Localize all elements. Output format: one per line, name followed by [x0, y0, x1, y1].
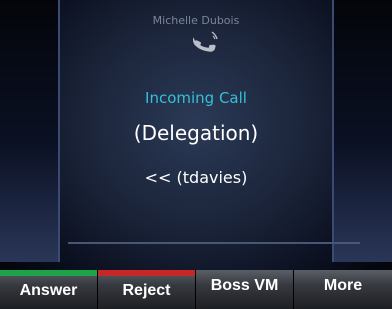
more-button[interactable]: More	[294, 270, 392, 309]
call-status-text: Incoming Call	[145, 89, 247, 107]
call-group-text: (Delegation)	[133, 121, 259, 145]
ringing-handset-icon	[188, 28, 222, 62]
forwarded-from-text: << (tdavies)	[144, 168, 248, 187]
reject-button-label: Reject	[122, 282, 171, 299]
answer-button-label: Answer	[19, 282, 78, 299]
caller-name: Michelle Dubois	[152, 14, 240, 27]
answer-button[interactable]: Answer	[0, 270, 98, 309]
answer-indicator	[0, 270, 97, 276]
boss-vm-button[interactable]: Boss VM	[196, 270, 294, 309]
divider-line	[68, 242, 360, 244]
softkey-bar: Answer Reject Boss VM More	[0, 270, 392, 309]
boss-vm-button-label: Boss VM	[210, 277, 279, 294]
reject-indicator	[98, 270, 195, 276]
reject-button[interactable]: Reject	[98, 270, 196, 309]
more-button-label: More	[323, 277, 363, 294]
incoming-call-screen: Michelle Dubois Incoming Call (Delegatio…	[0, 0, 392, 309]
